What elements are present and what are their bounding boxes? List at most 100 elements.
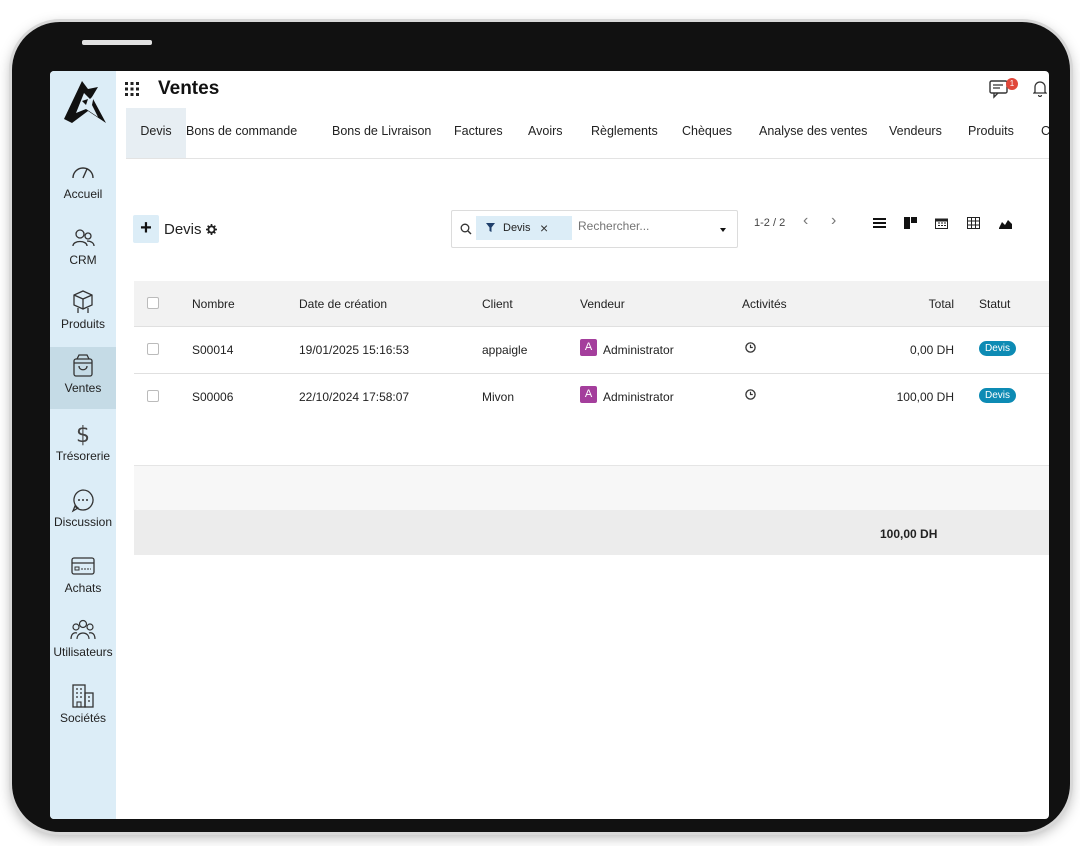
credit-card-icon (71, 557, 95, 575)
eagle-logo-icon (64, 81, 106, 123)
status-badge: Devis (979, 388, 1017, 403)
tab-devis[interactable]: Devis (126, 108, 186, 158)
avatar: A (580, 339, 597, 356)
footer-total: 100,00 DH (880, 527, 938, 541)
gear-icon[interactable] (206, 224, 217, 235)
sidebar-item-crm[interactable]: CRM (50, 225, 116, 277)
app-title: Ventes (158, 78, 220, 99)
column-header-vendeur[interactable]: Vendeur (580, 297, 625, 311)
building-icon (72, 684, 94, 708)
chat-bubble-icon (71, 489, 94, 513)
tab-vendeurs[interactable]: Vendeurs (889, 108, 942, 158)
activity-clock-icon[interactable] (745, 342, 756, 353)
sidebar-item-societes[interactable]: Sociétés (50, 683, 116, 735)
device-button (82, 40, 152, 45)
tab-more[interactable]: C (1041, 108, 1049, 158)
select-all-checkbox[interactable] (147, 297, 159, 309)
new-button[interactable]: + (133, 215, 159, 243)
sidebar-item-label: Ventes (64, 381, 102, 395)
app-screen: Accueil CRM Produits Ventes $ Trésorerie… (50, 71, 1049, 819)
table-row[interactable]: S00014 19/01/2025 15:16:53 appaigle A Ad… (134, 327, 1049, 374)
apps-menu-icon[interactable] (124, 81, 140, 97)
dollar-icon: $ (76, 423, 90, 447)
sidebar-item-label: Accueil (63, 187, 103, 201)
sidebar-item-utilisateurs[interactable]: Utilisateurs (50, 617, 116, 669)
sidebar-item-achats[interactable]: Achats (50, 553, 116, 605)
row-number: S00014 (192, 343, 234, 357)
sidebar-item-ventes[interactable]: Ventes (50, 347, 116, 409)
table-row[interactable]: S00006 22/10/2024 17:58:07 Mivon A Admin… (134, 374, 1049, 421)
tab-cheques[interactable]: Chèques (682, 108, 732, 158)
tab-reglements[interactable]: Règlements (591, 108, 658, 158)
column-header-statut[interactable]: Statut (979, 297, 1010, 311)
tab-produits[interactable]: Produits (968, 108, 1014, 158)
sidebar-item-discussion[interactable]: Discussion (50, 487, 116, 539)
sidebar-item-tresorerie[interactable]: $ Trésorerie (50, 421, 116, 473)
kanban-view-icon[interactable] (904, 217, 917, 229)
table-header: Nombre Date de création Client Vendeur A… (134, 281, 1049, 327)
svg-text:$: $ (76, 423, 90, 447)
sidebar-item-label: CRM (69, 253, 97, 267)
table-footer: 100,00 DH (134, 510, 1049, 555)
row-total: 0,00 DH (909, 343, 954, 357)
sidebar-item-label: Achats (64, 581, 102, 595)
facet-remove-icon[interactable]: × (540, 220, 548, 236)
top-navbar: Ventes 1 (116, 71, 1049, 107)
column-header-activites[interactable]: Activités (742, 297, 787, 311)
gauge-icon (72, 167, 94, 179)
breadcrumb: Devis (164, 221, 202, 238)
activity-clock-icon[interactable] (745, 389, 756, 400)
row-checkbox[interactable] (147, 390, 159, 402)
filter-icon (486, 223, 495, 232)
column-header-nombre[interactable]: Nombre (192, 297, 235, 311)
pager-value[interactable]: 1-2 / 2 (754, 217, 785, 229)
sidebar-item-label: Trésorerie (55, 449, 111, 463)
search-input[interactable] (578, 219, 698, 233)
row-date: 22/10/2024 17:58:07 (299, 390, 410, 404)
graph-view-icon[interactable] (999, 217, 1012, 229)
row-client: appaigle (482, 343, 528, 357)
list-view-icon[interactable] (873, 217, 886, 229)
user-group-icon (70, 619, 96, 640)
users-icon (72, 229, 95, 247)
row-checkbox[interactable] (147, 343, 159, 355)
tab-bons-de-livraison[interactable]: Bons de Livraison (332, 108, 431, 158)
pager-previous-button[interactable]: ‹ (803, 212, 808, 230)
calendar-view-icon[interactable] (935, 217, 948, 229)
column-header-client[interactable]: Client (482, 297, 513, 311)
tab-factures[interactable]: Factures (454, 108, 503, 158)
row-total: 100,00 DH (896, 390, 954, 404)
search-icon (460, 223, 472, 235)
avatar: A (580, 386, 597, 403)
column-header-total[interactable]: Total (929, 297, 954, 311)
notification-badge: 1 (1006, 78, 1018, 90)
row-number: S00006 (192, 390, 234, 404)
pivot-view-icon[interactable] (967, 217, 980, 229)
control-panel: + Devis Devis × 1-2 / 2 ‹ › (133, 210, 1033, 255)
tab-avoirs[interactable]: Avoirs (528, 108, 563, 158)
sidebar-item-label: Utilisateurs (53, 645, 113, 659)
column-header-date[interactable]: Date de création (299, 297, 387, 311)
row-vendor: Administrator (603, 343, 674, 357)
bell-icon[interactable] (1033, 79, 1047, 97)
empty-row (134, 466, 1049, 510)
search-bar[interactable]: Devis × (451, 210, 738, 248)
tab-analyse-des-ventes[interactable]: Analyse des ventes (759, 108, 867, 158)
boxes-icon (73, 290, 93, 313)
sidebar-item-produits[interactable]: Produits (50, 289, 116, 341)
sidebar-item-accueil[interactable]: Accueil (50, 159, 116, 211)
main-content: Ventes 1 Devis Bons de commande Bons de … (116, 71, 1049, 819)
status-badge: Devis (979, 341, 1017, 356)
sidebar-item-label: Discussion (53, 515, 113, 529)
sidebar: Accueil CRM Produits Ventes $ Trésorerie… (50, 71, 116, 819)
search-facet: Devis × (476, 216, 572, 240)
row-vendor: Administrator (603, 390, 674, 404)
row-date: 19/01/2025 15:16:53 (299, 343, 410, 357)
tab-bons-de-commande[interactable]: Bons de commande (186, 108, 297, 158)
facet-label: Devis (503, 222, 531, 234)
pager-next-button[interactable]: › (831, 212, 836, 230)
search-options-toggle[interactable] (720, 228, 726, 232)
tablet-frame: Accueil CRM Produits Ventes $ Trésorerie… (12, 22, 1070, 832)
row-client: Mivon (482, 390, 515, 404)
app-tabs: Devis Bons de commande Bons de Livraison… (126, 108, 1049, 159)
